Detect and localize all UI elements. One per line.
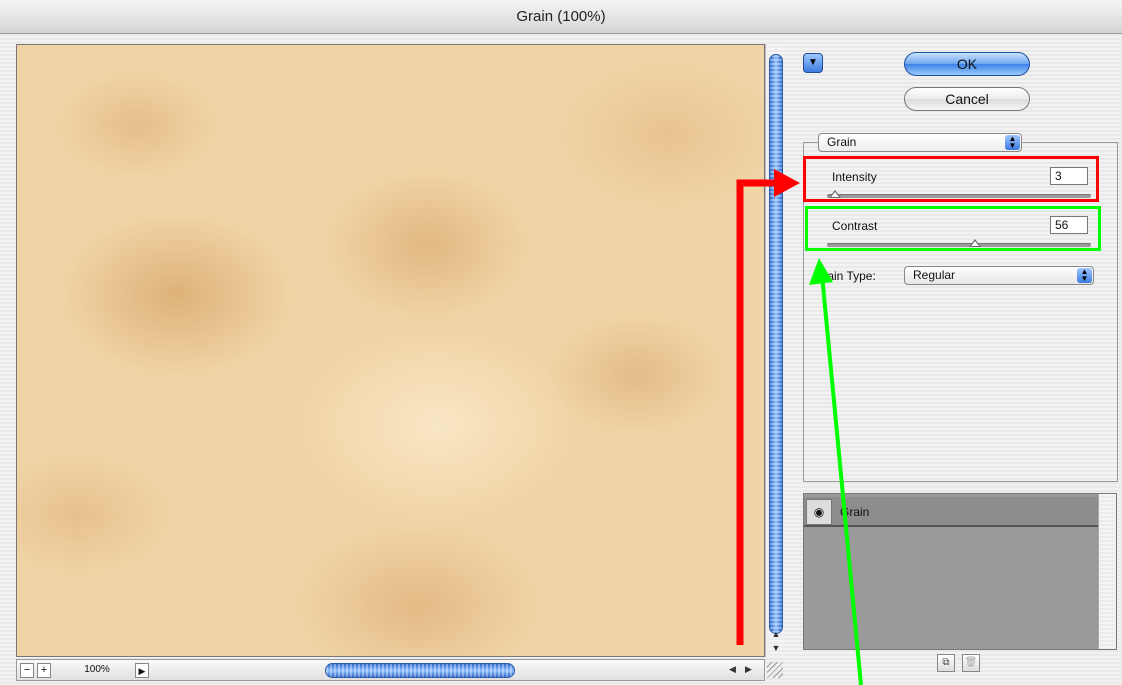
contrast-highlight-box xyxy=(805,206,1101,251)
trash-icon[interactable]: 🗑 xyxy=(962,654,980,672)
zoom-in-button[interactable]: + xyxy=(37,663,51,678)
vertical-scrollbar[interactable]: ▲ ▼ xyxy=(765,44,785,657)
collapse-toggle-button[interactable]: ▼ xyxy=(803,53,823,73)
horizontal-scroll-thumb[interactable] xyxy=(325,663,515,678)
scroll-up-button[interactable]: ▲ xyxy=(770,628,782,640)
effect-layers-panel: ◉ Grain xyxy=(803,493,1117,650)
resize-grip-icon[interactable] xyxy=(767,662,783,678)
zoom-out-button[interactable]: − xyxy=(20,663,34,678)
ok-button[interactable]: OK xyxy=(904,52,1030,76)
eye-icon[interactable]: ◉ xyxy=(806,499,832,525)
vertical-scroll-thumb[interactable] xyxy=(769,54,783,634)
cancel-button[interactable]: Cancel xyxy=(904,87,1030,111)
zoom-level: 100% xyxy=(84,664,110,675)
filter-select[interactable]: Grain ▲ ▼ xyxy=(818,133,1022,152)
intensity-highlight-box xyxy=(803,156,1099,202)
layers-scrollbar[interactable] xyxy=(1098,494,1116,649)
scroll-left-button[interactable]: ◀ xyxy=(729,664,736,675)
grain-type-value: Regular xyxy=(913,268,956,282)
scroll-right-button[interactable]: ▶ xyxy=(745,664,752,675)
new-effect-layer-icon[interactable]: ⧉ xyxy=(937,654,955,672)
grain-type-label: Grain Type: xyxy=(814,269,876,283)
effect-layer-name: Grain xyxy=(840,505,870,519)
zoom-menu-button[interactable]: ▶ xyxy=(135,663,149,678)
scroll-down-button[interactable]: ▼ xyxy=(770,642,782,654)
preview-canvas[interactable] xyxy=(16,44,765,657)
preview-bottom-bar: − + 100% ▶ ◀ ▶ xyxy=(16,659,765,681)
window-title: Grain (100%) xyxy=(0,0,1122,34)
updown-arrows-icon: ▲ ▼ xyxy=(1077,268,1092,283)
effect-layer-row[interactable]: ◉ Grain xyxy=(804,497,1099,527)
filter-select-value: Grain xyxy=(827,135,857,149)
grain-type-select[interactable]: Regular ▲ ▼ xyxy=(904,266,1094,285)
updown-arrows-icon: ▲ ▼ xyxy=(1005,135,1020,150)
